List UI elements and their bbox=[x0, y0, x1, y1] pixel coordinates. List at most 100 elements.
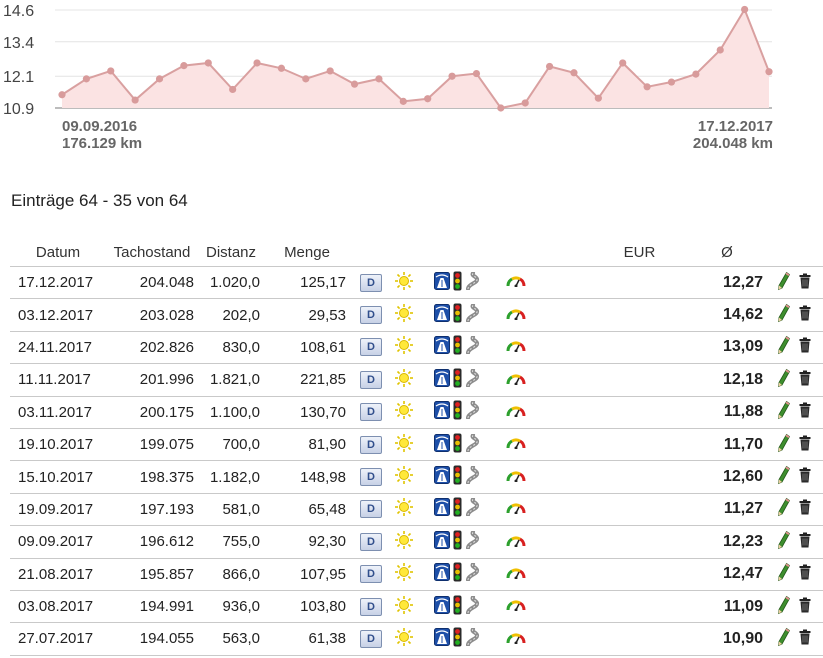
delete-trash-icon[interactable] bbox=[799, 337, 811, 357]
row-date: 24.11.2017 bbox=[10, 331, 106, 365]
country-road-icon bbox=[465, 562, 483, 585]
row-weather-cell bbox=[390, 266, 430, 300]
sun-icon bbox=[394, 497, 414, 521]
row-actions-cell bbox=[777, 266, 823, 300]
row-amount: 148,98 bbox=[264, 460, 350, 494]
data-point bbox=[448, 72, 456, 80]
row-date: 11.11.2017 bbox=[10, 363, 106, 397]
row-odometer: 199.075 bbox=[106, 428, 198, 462]
row-roads-cell bbox=[430, 622, 502, 656]
start-km-label: 176.129 km bbox=[62, 135, 142, 152]
delete-trash-icon[interactable] bbox=[799, 629, 811, 649]
delete-trash-icon[interactable] bbox=[799, 402, 811, 422]
data-point bbox=[545, 62, 554, 71]
row-date: 03.08.2017 bbox=[10, 590, 106, 624]
column-header-amount[interactable]: Menge bbox=[264, 238, 350, 267]
column-header-avg[interactable]: Ø bbox=[677, 238, 777, 267]
row-date: 21.08.2017 bbox=[10, 558, 106, 591]
delete-trash-icon[interactable] bbox=[799, 305, 811, 325]
row-actions-cell bbox=[777, 460, 823, 494]
fuel-type-badge: D bbox=[360, 306, 382, 325]
edit-pencil-icon[interactable] bbox=[777, 335, 791, 359]
delete-trash-icon[interactable] bbox=[799, 564, 811, 584]
traffic-light-icon bbox=[453, 368, 462, 392]
row-fuel-cell: D bbox=[350, 493, 390, 527]
sun-icon bbox=[394, 400, 414, 424]
data-point bbox=[350, 80, 359, 88]
column-header-style bbox=[502, 238, 562, 267]
row-distance: 1.100,0 bbox=[198, 396, 264, 429]
edit-pencil-icon[interactable] bbox=[777, 368, 791, 392]
row-eur bbox=[602, 331, 677, 365]
delete-trash-icon[interactable] bbox=[799, 370, 811, 390]
end-date-label: 17.12.2017 bbox=[698, 118, 773, 135]
edit-pencil-icon[interactable] bbox=[777, 562, 791, 586]
delete-trash-icon[interactable] bbox=[799, 467, 811, 487]
column-header-spacer bbox=[562, 238, 602, 267]
row-avg: 14,62 bbox=[677, 298, 777, 332]
row-roads-cell bbox=[430, 525, 502, 559]
row-amount: 125,17 bbox=[264, 266, 350, 300]
row-date: 03.12.2017 bbox=[10, 298, 106, 332]
traffic-light-icon bbox=[453, 595, 462, 619]
delete-trash-icon[interactable] bbox=[799, 532, 811, 552]
delete-trash-icon[interactable] bbox=[799, 499, 811, 519]
edit-pencil-icon[interactable] bbox=[777, 627, 791, 651]
delete-trash-icon[interactable] bbox=[799, 597, 811, 617]
data-point bbox=[155, 75, 164, 83]
row-fuel-cell: D bbox=[350, 266, 390, 300]
edit-pencil-icon[interactable] bbox=[777, 271, 791, 295]
sun-icon bbox=[394, 595, 414, 619]
row-fuel-cell: D bbox=[350, 622, 390, 656]
data-point bbox=[570, 69, 578, 77]
edit-pencil-icon[interactable] bbox=[777, 303, 791, 327]
edit-pencil-icon[interactable] bbox=[777, 530, 791, 554]
delete-trash-icon[interactable] bbox=[799, 435, 811, 455]
row-distance: 866,0 bbox=[198, 558, 264, 591]
row-weather-cell bbox=[390, 331, 430, 365]
row-avg: 12,27 bbox=[677, 266, 777, 300]
row-spacer bbox=[562, 493, 602, 527]
table-body: 17.12.2017 204.048 1.020,0 125,17 D 12,27 03.1… bbox=[10, 266, 823, 656]
row-style-cell bbox=[502, 493, 562, 527]
row-distance: 830,0 bbox=[198, 331, 264, 365]
edit-pencil-icon[interactable] bbox=[777, 433, 791, 457]
row-amount: 221,85 bbox=[264, 363, 350, 397]
sun-icon bbox=[394, 627, 414, 651]
row-date: 09.09.2017 bbox=[10, 525, 106, 559]
data-point bbox=[58, 91, 66, 99]
row-amount: 29,53 bbox=[264, 298, 350, 332]
row-avg: 12,47 bbox=[677, 558, 777, 591]
row-odometer: 198.375 bbox=[106, 460, 198, 494]
data-point bbox=[643, 83, 651, 91]
row-odometer: 197.193 bbox=[106, 493, 198, 527]
motorway-icon bbox=[434, 336, 450, 358]
row-avg: 13,09 bbox=[677, 331, 777, 365]
table-row: 19.09.2017 197.193 581,0 65,48 D 11,27 bbox=[10, 493, 823, 527]
row-amount: 81,90 bbox=[264, 428, 350, 462]
edit-pencil-icon[interactable] bbox=[777, 595, 791, 619]
sun-icon bbox=[394, 433, 414, 457]
motorway-icon bbox=[434, 433, 450, 456]
edit-pencil-icon[interactable] bbox=[777, 497, 791, 521]
fuel-type-badge: D bbox=[360, 630, 382, 648]
edit-pencil-icon[interactable] bbox=[777, 465, 791, 489]
row-odometer: 202.826 bbox=[106, 331, 198, 365]
column-header-eur[interactable]: EUR bbox=[602, 238, 677, 267]
row-actions-cell bbox=[777, 525, 823, 559]
row-spacer bbox=[562, 622, 602, 656]
table-row: 11.11.2017 201.996 1.821,0 221,85 D 12,18 bbox=[10, 363, 823, 397]
row-amount: 92,30 bbox=[264, 525, 350, 559]
row-style-cell bbox=[502, 428, 562, 462]
edit-pencil-icon[interactable] bbox=[777, 400, 791, 424]
row-avg: 12,18 bbox=[677, 363, 777, 397]
column-header-date[interactable]: Datum bbox=[10, 238, 106, 267]
row-avg: 12,60 bbox=[677, 460, 777, 494]
column-header-distance[interactable]: Distanz bbox=[198, 238, 264, 267]
country-road-icon bbox=[465, 335, 483, 358]
country-road-icon bbox=[465, 303, 483, 326]
row-actions-cell bbox=[777, 558, 823, 591]
delete-trash-icon[interactable] bbox=[799, 273, 811, 293]
sun-icon bbox=[394, 368, 414, 392]
column-header-odometer[interactable]: Tachostand bbox=[106, 238, 198, 267]
